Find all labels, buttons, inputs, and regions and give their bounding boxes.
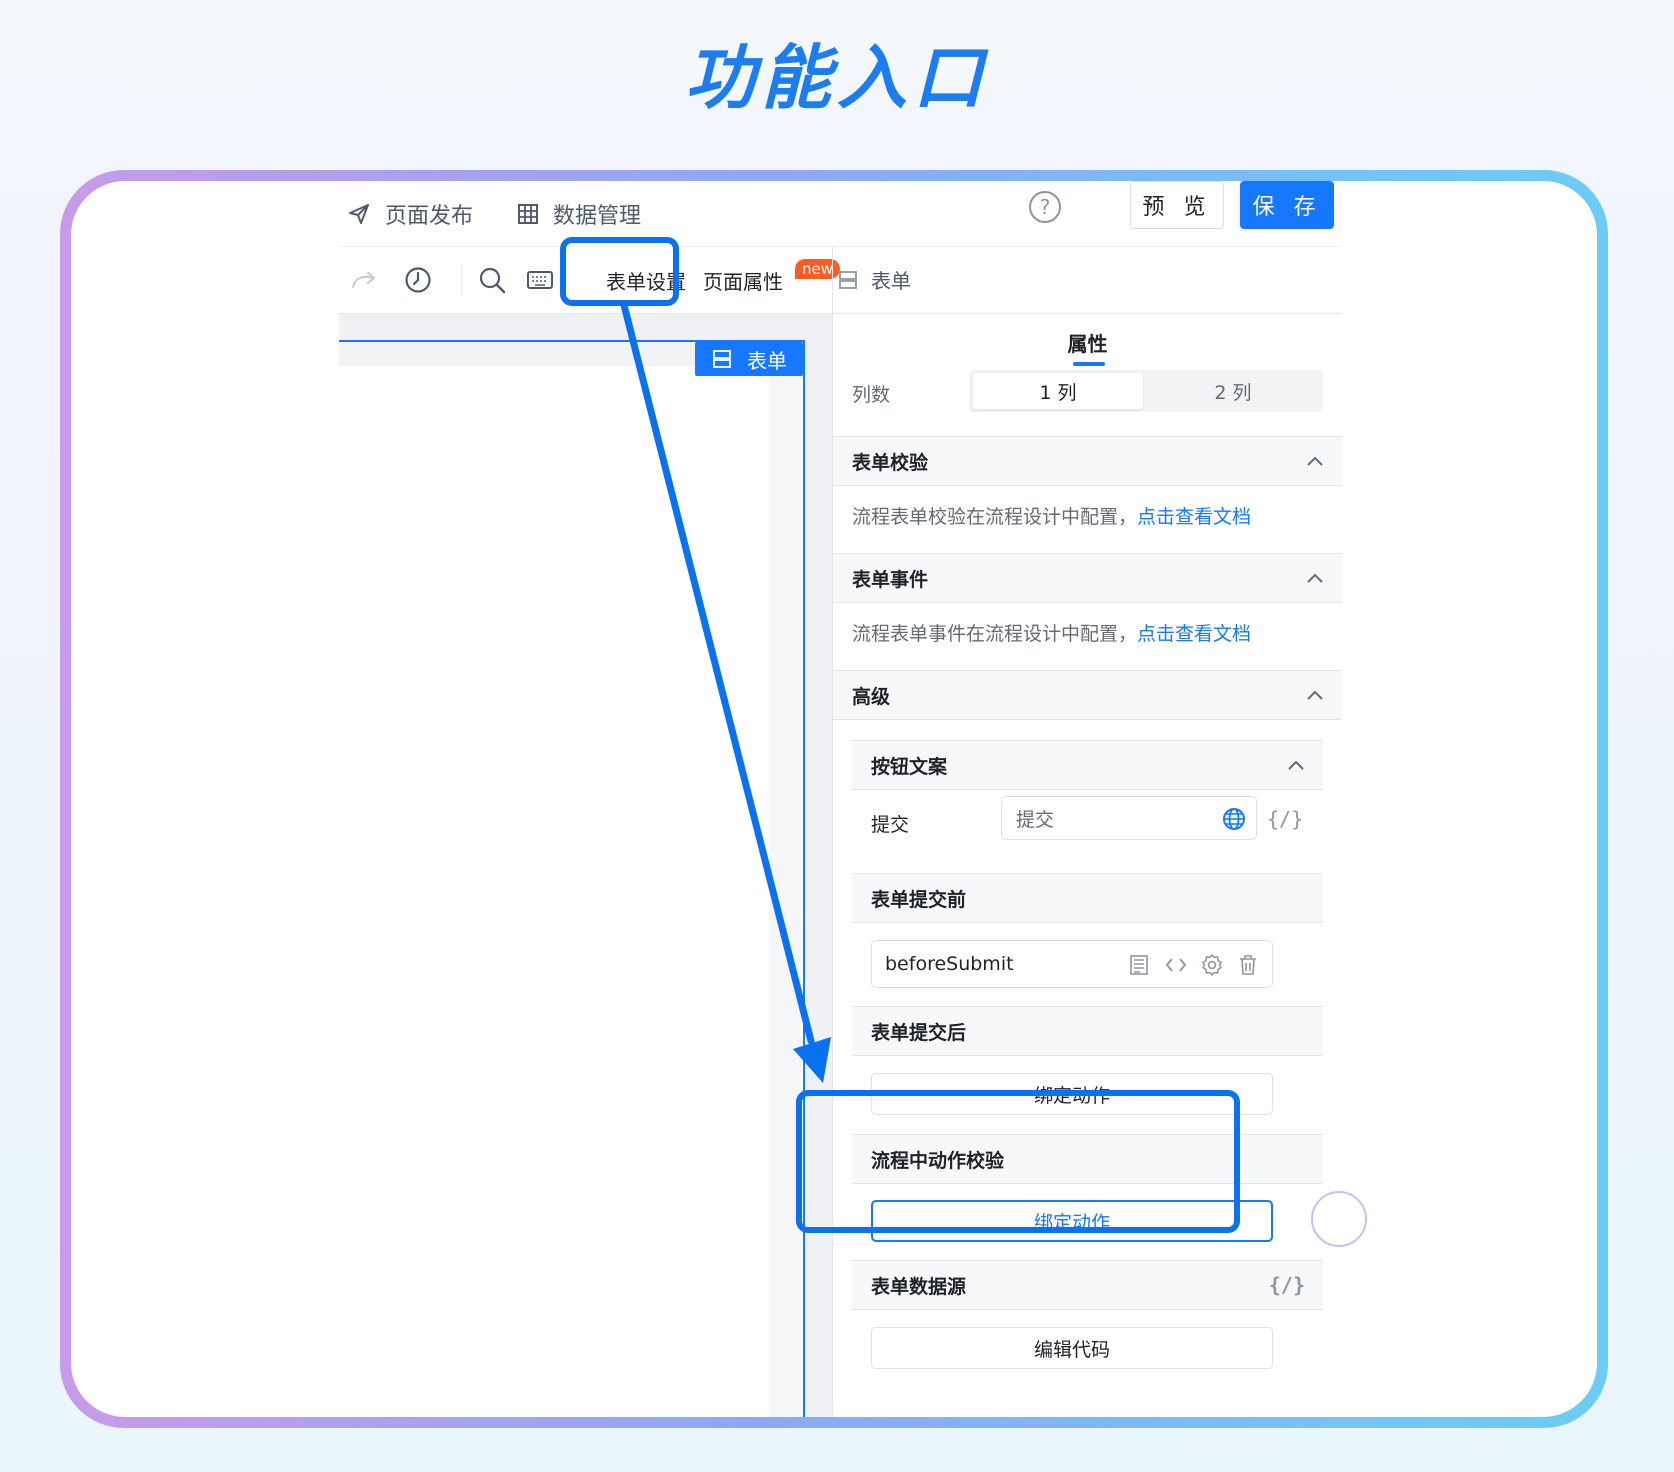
- form-events-doc-link[interactable]: 点击查看文档: [1137, 623, 1251, 645]
- subsection-before-submit-title: 表单提交前: [871, 888, 967, 911]
- table-icon: [518, 204, 538, 224]
- chevron-up-icon: [1288, 760, 1304, 770]
- editor-toolbar: 表单设置 页面属性 new 表单: [339, 246, 1342, 314]
- search-icon[interactable]: [477, 265, 507, 295]
- subsection-button-copy-title: 按钮文案: [871, 755, 948, 778]
- publish-page-label: 页面发布: [385, 204, 474, 229]
- subsection-form-datasource: 表单数据源 {/}: [852, 1260, 1323, 1310]
- form-validation-doc-link[interactable]: 点击查看文档: [1137, 506, 1251, 528]
- screenshot-frame-inner: 页面发布 数据管理 ? 预 览 保 存 表单设置 页面属性 new 表单 表单 …: [71, 181, 1597, 1417]
- function-actions: [1128, 953, 1260, 977]
- globe-icon[interactable]: [1222, 807, 1246, 831]
- columns-label: 列数: [852, 384, 891, 406]
- design-canvas: 表单: [339, 314, 832, 1417]
- columns-option-1[interactable]: 1 列: [973, 373, 1143, 409]
- columns-segmented-control: 1 列 2 列: [969, 370, 1323, 412]
- save-button[interactable]: 保 存: [1240, 181, 1334, 229]
- form-validation-text: 流程表单校验在流程设计中配置，: [852, 506, 1138, 528]
- preview-button[interactable]: 预 览: [1130, 181, 1224, 229]
- form-events-text: 流程表单事件在流程设计中配置，: [852, 623, 1138, 645]
- keyboard-icon[interactable]: [525, 265, 555, 295]
- subsection-after-submit: 表单提交后: [852, 1006, 1323, 1056]
- tab-properties[interactable]: 属性: [833, 328, 1342, 357]
- form-component-tag-label: 表单: [747, 348, 787, 373]
- highlight-process-validation: [796, 1090, 1240, 1233]
- canvas-body: [339, 366, 769, 1417]
- new-badge: new: [795, 259, 841, 279]
- section-advanced[interactable]: 高级: [833, 670, 1342, 720]
- datasource-variable-binding-icon[interactable]: {/}: [1269, 1273, 1305, 1297]
- section-form-events-title: 表单事件: [852, 568, 929, 591]
- toolbar-divider: [461, 265, 462, 295]
- tab-page-properties[interactable]: 页面属性: [703, 265, 783, 295]
- list-icon[interactable]: [1128, 953, 1152, 977]
- variable-binding-icon[interactable]: {/}: [1267, 807, 1303, 831]
- properties-panel: 属性 列数 1 列 2 列 表单校验 流程表单校验在流程设计中配置，点击查看文档: [833, 314, 1342, 1417]
- canvas-scrollbar[interactable]: [769, 342, 801, 1417]
- history-icon[interactable]: [403, 265, 433, 295]
- trash-icon[interactable]: [1236, 953, 1260, 977]
- data-management-button[interactable]: 数据管理: [517, 197, 641, 231]
- form-canvas[interactable]: [339, 340, 805, 1417]
- edit-code-button[interactable]: 编辑代码: [871, 1327, 1273, 1369]
- publish-page-button[interactable]: 页面发布: [347, 197, 473, 231]
- submit-text-value: 提交: [1016, 808, 1055, 831]
- selected-component-label: 表单: [837, 265, 911, 294]
- chevron-up-icon: [1307, 573, 1323, 583]
- section-advanced-title: 高级: [852, 685, 891, 708]
- section-form-validation[interactable]: 表单校验: [833, 436, 1342, 486]
- submit-text-input[interactable]: 提交: [1001, 796, 1257, 840]
- subsection-button-copy[interactable]: 按钮文案: [852, 740, 1323, 790]
- section-form-events[interactable]: 表单事件: [833, 553, 1342, 603]
- subsection-after-submit-title: 表单提交后: [871, 1021, 967, 1044]
- subsection-form-datasource-title: 表单数据源: [871, 1275, 967, 1298]
- before-submit-function[interactable]: beforeSubmit: [871, 940, 1273, 988]
- section-form-validation-title: 表单校验: [852, 451, 929, 474]
- form-icon: [713, 350, 731, 368]
- highlight-form-settings-tab: [560, 237, 679, 306]
- code-icon[interactable]: [1164, 953, 1188, 977]
- columns-option-2[interactable]: 2 列: [1147, 373, 1319, 409]
- form-component-tag[interactable]: 表单: [695, 342, 803, 376]
- screenshot-frame: 页面发布 数据管理 ? 预 览 保 存 表单设置 页面属性 new 表单 表单 …: [60, 170, 1608, 1428]
- chevron-up-icon: [1307, 690, 1323, 700]
- chevron-up-icon: [1307, 456, 1323, 466]
- tab-active-indicator: [1073, 362, 1105, 366]
- send-icon: [349, 204, 369, 224]
- gear-icon[interactable]: [1200, 953, 1224, 977]
- before-submit-function-name: beforeSubmit: [885, 953, 1014, 975]
- form-events-note: 流程表单事件在流程设计中配置，点击查看文档: [852, 619, 1251, 646]
- page-headline: 功能入口: [685, 37, 989, 119]
- top-bar: 页面发布 数据管理 ? 预 览 保 存: [339, 181, 1342, 246]
- form-icon: [839, 270, 857, 289]
- redo-icon[interactable]: [349, 265, 379, 295]
- floating-assistant-button[interactable]: [1311, 1191, 1367, 1247]
- selected-component-name: 表单: [871, 269, 911, 293]
- submit-label: 提交: [871, 814, 910, 836]
- help-icon[interactable]: ?: [1029, 191, 1061, 223]
- form-validation-note: 流程表单校验在流程设计中配置，点击查看文档: [852, 502, 1251, 529]
- subsection-before-submit: 表单提交前: [852, 873, 1323, 923]
- data-management-label: 数据管理: [553, 204, 642, 229]
